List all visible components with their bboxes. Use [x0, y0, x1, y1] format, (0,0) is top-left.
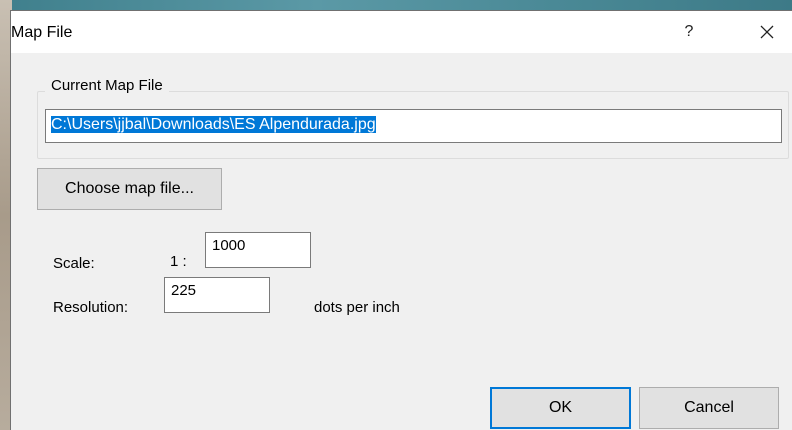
help-button[interactable]: ?: [666, 11, 712, 53]
scale-prefix: 1 :: [170, 253, 187, 270]
current-map-file-label: Current Map File: [45, 77, 169, 94]
map-file-path-field[interactable]: C:\Users\jjbal\Downloads\ES Alpendurada.…: [45, 109, 782, 143]
close-icon: [760, 25, 774, 39]
ok-button[interactable]: OK: [490, 387, 631, 429]
title-bar[interactable]: Map File ?: [11, 11, 792, 53]
dialog-title: Map File: [11, 24, 73, 41]
scale-label: Scale:: [53, 255, 95, 272]
scale-input[interactable]: 1000: [205, 232, 311, 268]
map-file-dialog: Map File ? Current Map File C:\Users\jjb…: [10, 10, 792, 430]
help-icon: ?: [684, 23, 694, 40]
close-button[interactable]: [742, 11, 792, 53]
resolution-unit: dots per inch: [314, 299, 400, 316]
cancel-button[interactable]: Cancel: [639, 387, 779, 429]
desktop-background: [0, 0, 792, 10]
resolution-input[interactable]: 225: [164, 277, 270, 313]
resolution-label: Resolution:: [53, 299, 129, 316]
map-file-path-text: C:\Users\jjbal\Downloads\ES Alpendurada.…: [51, 116, 376, 133]
choose-map-file-button[interactable]: Choose map file...: [37, 168, 222, 210]
